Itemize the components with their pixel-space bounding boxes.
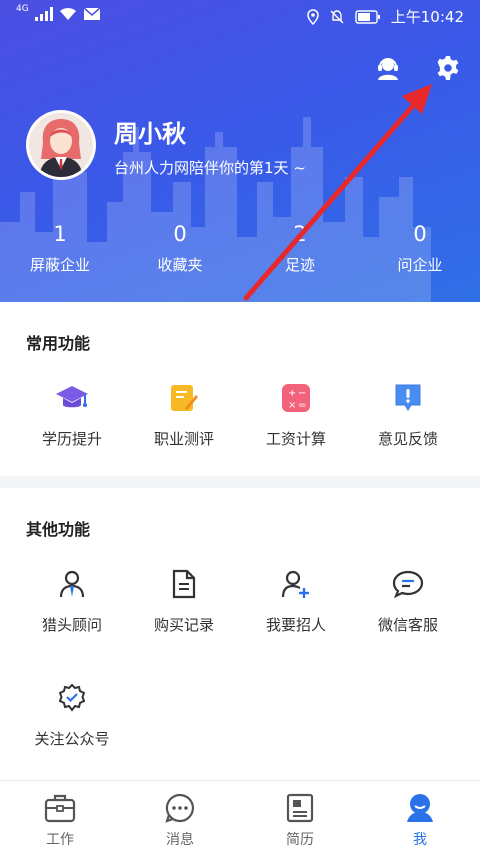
- stat-value: 2: [293, 222, 307, 246]
- nav-label: 简历: [286, 832, 314, 848]
- profile-header: 4G 上午10:42 周小秋 台州人力网陪伴你的第1天 ~ 1 屏蔽企业 0 收…: [0, 0, 480, 302]
- wechat-service-button[interactable]: 微信客服: [348, 566, 468, 635]
- nav-tab-messages[interactable]: 消息: [120, 781, 240, 853]
- stat-label: 屏蔽企业: [29, 256, 90, 274]
- career-assessment-button[interactable]: 职业测评: [124, 380, 244, 449]
- stat-value: 0: [173, 222, 187, 246]
- mail-icon: [83, 7, 101, 20]
- status-time: 上午10:42: [390, 8, 464, 26]
- nav-label: 我: [413, 832, 427, 848]
- mute-bell-icon: [330, 9, 344, 23]
- nav-tab-resume[interactable]: 简历: [240, 781, 360, 853]
- stats-row: 1 屏蔽企业 0 收藏夹 2 足迹 0 问企业: [0, 222, 480, 275]
- stat-label: 收藏夹: [157, 256, 203, 274]
- purchase-records-button[interactable]: 购买记录: [124, 566, 244, 635]
- item-label: 微信客服: [377, 616, 438, 634]
- svg-text:×: ×: [288, 400, 296, 411]
- user-name: 周小秋: [114, 120, 186, 148]
- stat-label: 足迹: [284, 256, 315, 274]
- calculator-icon: + − × =: [278, 380, 314, 416]
- nav-tab-me[interactable]: 我: [360, 781, 480, 853]
- customer-service-icon[interactable]: [372, 52, 404, 84]
- note-edit-icon: [166, 380, 202, 416]
- item-label: 猎头顾问: [41, 616, 102, 634]
- avatar[interactable]: [26, 110, 96, 180]
- headhunter-consultant-button[interactable]: 猎头顾问: [12, 566, 132, 635]
- nav-tab-work[interactable]: 工作: [0, 781, 120, 853]
- stat-footprints[interactable]: 2 足迹: [240, 222, 360, 275]
- resume-icon: [283, 791, 317, 825]
- profile-icon: [403, 791, 437, 825]
- feedback-icon: [390, 380, 426, 416]
- graduation-cap-icon: [54, 380, 90, 416]
- nav-label: 消息: [166, 832, 194, 848]
- wifi-icon: [59, 7, 76, 20]
- add-user-icon: [278, 566, 314, 602]
- item-label: 购买记录: [153, 616, 214, 634]
- recruit-button[interactable]: 我要招人: [236, 566, 356, 635]
- svg-text:=: =: [298, 400, 306, 411]
- item-label: 学历提升: [41, 430, 102, 448]
- briefcase-icon: [43, 791, 77, 825]
- section-title: 其他功能: [26, 520, 91, 539]
- item-label: 工资计算: [265, 430, 326, 448]
- user-subtitle: 台州人力网陪伴你的第1天 ~: [114, 159, 306, 177]
- status-bar: 4G 上午10:42: [0, 0, 480, 34]
- stat-ask-company[interactable]: 0 问企业: [360, 222, 480, 275]
- stat-favorites[interactable]: 0 收藏夹: [120, 222, 240, 275]
- signal-icon: [34, 7, 53, 21]
- bottom-navigation: 工作 消息 简历 我: [0, 780, 480, 853]
- network-type: 4G: [16, 4, 29, 14]
- stat-value: 1: [53, 222, 67, 246]
- svg-text:+: +: [288, 388, 296, 399]
- message-icon: [163, 791, 197, 825]
- nav-label: 工作: [46, 832, 74, 848]
- item-label: 我要招人: [265, 616, 326, 634]
- stat-value: 0: [413, 222, 427, 246]
- headhunter-icon: [54, 566, 90, 602]
- item-label: 职业测评: [153, 430, 214, 448]
- location-icon: [307, 8, 319, 25]
- chat-bubble-icon: [390, 566, 426, 602]
- education-upgrade-button[interactable]: 学历提升: [12, 380, 132, 449]
- feedback-button[interactable]: 意见反馈: [348, 380, 468, 449]
- svg-text:−: −: [298, 388, 306, 399]
- common-functions-section: 常用功能 学历提升 职业测评 + − × = 工资计算 意见反馈: [0, 302, 480, 476]
- document-icon: [166, 566, 202, 602]
- follow-official-account-button[interactable]: 关注公众号: [12, 680, 132, 749]
- verified-badge-icon: [54, 680, 90, 716]
- battery-icon: [355, 9, 380, 24]
- gear-icon[interactable]: [432, 52, 464, 84]
- salary-calculator-button[interactable]: + − × = 工资计算: [236, 380, 356, 449]
- section-title: 常用功能: [26, 334, 91, 353]
- stat-label: 问企业: [397, 256, 443, 274]
- item-label: 关注公众号: [34, 730, 110, 748]
- item-label: 意见反馈: [377, 430, 438, 448]
- stat-blocked-companies[interactable]: 1 屏蔽企业: [0, 222, 120, 275]
- other-functions-section: 其他功能 猎头顾问 购买记录 我要招人 微信客服 关注公众号: [0, 488, 480, 780]
